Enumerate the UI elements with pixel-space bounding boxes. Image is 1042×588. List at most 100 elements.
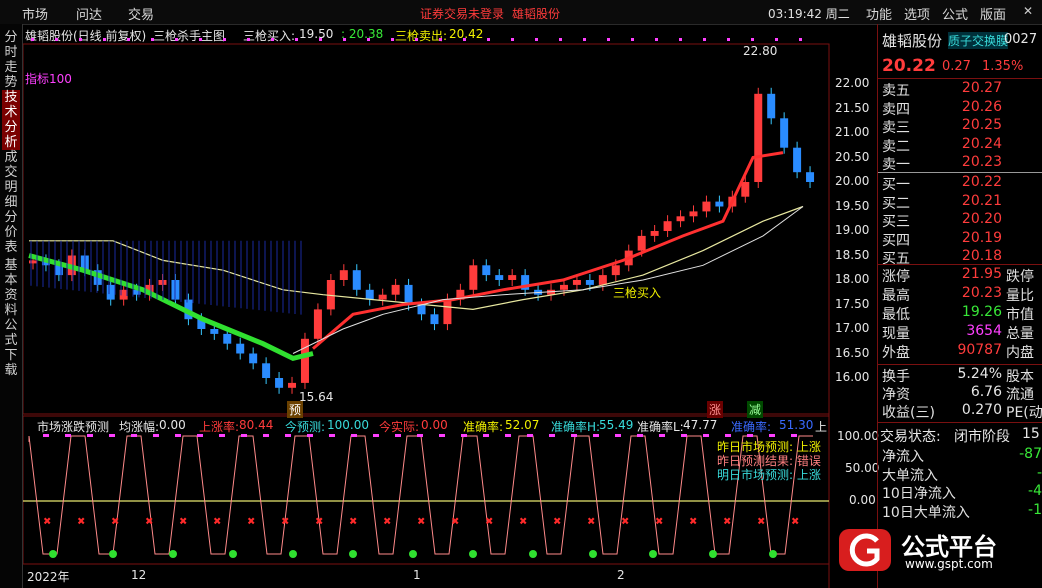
- price-axis-tick: 19.00: [835, 223, 870, 237]
- candle-body: [741, 182, 750, 197]
- stat-row-label: 最高: [882, 288, 910, 304]
- candle-body: [313, 309, 322, 339]
- tab-formula-download[interactable]: 公式下载: [2, 318, 20, 378]
- ask-row: 卖四 20.26: [882, 99, 1042, 118]
- close-icon[interactable]: ✕: [1020, 3, 1036, 19]
- menu-wenda[interactable]: 问达: [76, 4, 102, 23]
- candle-body: [352, 270, 361, 290]
- signal-dot: [367, 38, 370, 41]
- sub-axis-100: 100.00: [837, 429, 879, 443]
- candle-body: [767, 93, 776, 119]
- sub-top-dot: [263, 434, 269, 437]
- sub-top-dot: [329, 434, 335, 437]
- x-marker: ✖: [553, 517, 561, 528]
- trade-state-value: 闭市阶段: [954, 429, 1010, 445]
- candle-body: [689, 211, 698, 217]
- sub-axis-0: 0.00: [849, 493, 876, 507]
- menu-function[interactable]: 功能: [866, 4, 892, 23]
- x-marker: ✖: [179, 517, 187, 528]
- sub-top-dot: [241, 434, 247, 437]
- green-dot: [289, 550, 297, 558]
- candle-body: [404, 284, 413, 305]
- x-marker: ✖: [111, 517, 119, 528]
- sub-top-dot: [791, 434, 797, 437]
- x-marker: ✖: [213, 517, 221, 528]
- main-chart-svg: ✖ ✖ ✖ ✖ ✖ ✖ ✖ ✖ ✖ ✖ ✖ ✖ ✖ ✖ ✖ ✖ ✖ ✖ ✖ ✖ ✖ ✖ ✖: [23, 38, 830, 588]
- stat2-row-right: 流通: [1006, 387, 1034, 403]
- stats2-block: 换手 5.24% 股本 净资 6.76 流通 收益(三) 0.270 PE(动: [878, 366, 1042, 426]
- signal-dot: [319, 38, 322, 41]
- stat-row-value: 90787: [957, 342, 1002, 358]
- candle-body: [482, 265, 491, 276]
- price-change-pct: 1.35%: [982, 59, 1024, 74]
- clock: 03:19:42 周二: [768, 7, 850, 21]
- candle-body: [469, 265, 478, 290]
- x-marker: ✖: [723, 517, 731, 528]
- price-axis-tick: 18.00: [835, 272, 870, 286]
- menu-layout[interactable]: 版面: [980, 4, 1006, 23]
- price-axis-tick: 21.00: [835, 125, 870, 139]
- bid-row-value: 20.20: [961, 211, 1002, 227]
- bid-row-value: 20.19: [961, 229, 1002, 246]
- x-axis-2: 2: [617, 568, 625, 582]
- banner-stock: 雄韬股份: [512, 7, 561, 21]
- stat-row-value: 21.95: [961, 266, 1002, 282]
- x-marker: ✖: [689, 517, 697, 528]
- ask-row-label: 卖二: [882, 138, 910, 155]
- ask-row-value: 20.25: [961, 117, 1002, 133]
- zhang-tag: 涨: [707, 401, 724, 418]
- sub-chart-title[interactable]: 市场涨跌预测: [37, 418, 109, 435]
- up-tail: 上: [815, 420, 828, 434]
- candle-body: [715, 201, 724, 207]
- menu-formula[interactable]: 公式: [942, 4, 968, 23]
- signal-dot: [343, 38, 346, 41]
- stat-row-right: 市值: [1006, 307, 1034, 323]
- signal-dot: [511, 38, 514, 41]
- signal-dot: [103, 38, 106, 41]
- bid-row: 买三 20.20: [882, 211, 1042, 230]
- tab-price-table[interactable]: 分价表: [2, 210, 20, 255]
- menu-trade[interactable]: 交易: [128, 4, 154, 23]
- login-status[interactable]: 证券交易未登录: [420, 5, 504, 22]
- stat-row-right: 量比: [1006, 288, 1034, 304]
- ask-row-value: 20.27: [961, 80, 1002, 96]
- menu-options[interactable]: 选项: [904, 4, 930, 23]
- concept-tag[interactable]: 质子交换膜: [948, 32, 1009, 49]
- trade-state-label: 交易状态:: [880, 429, 941, 445]
- x-marker: ✖: [43, 517, 51, 528]
- signal-dot: [679, 38, 682, 41]
- stat-row-label: 最低: [882, 307, 910, 323]
- candle-body: [288, 382, 297, 388]
- avg-label: 均涨幅:: [119, 420, 160, 434]
- tab-technical[interactable]: 技术分析: [2, 90, 20, 150]
- candle-body: [585, 280, 594, 285]
- tab-fundamentals[interactable]: 基本资料: [2, 258, 20, 318]
- ask-row: 卖五 20.27: [882, 80, 1042, 99]
- tab-timeshare[interactable]: 分时走势: [2, 30, 20, 90]
- sub-chart-frame: [23, 415, 830, 565]
- stat-row-value: 19.26: [961, 304, 1002, 320]
- logo-url: www.gspt.com: [905, 557, 993, 571]
- x-marker: ✖: [145, 517, 153, 528]
- acc-h-label: 准确率H:: [551, 420, 601, 434]
- menu-market[interactable]: 市场: [22, 4, 48, 23]
- candle-body: [275, 378, 284, 388]
- tab-trades[interactable]: 成交明细: [2, 150, 20, 210]
- flows-block: 净流入 -87 大单流入 - 10日净流入 -4 10日大单流入 -1: [878, 446, 1042, 526]
- signal-dot: [199, 38, 202, 41]
- stat-row-label: 涨停: [882, 269, 910, 285]
- sub-top-dot: [175, 434, 181, 437]
- up-rate-label: 上涨率:: [199, 420, 240, 434]
- acc-h-value: 55.49: [599, 418, 634, 432]
- ask-row-value: 20.24: [961, 135, 1002, 152]
- stat-row: 涨停 21.95 跌停: [882, 266, 1042, 285]
- acc-l-value: 47.77: [683, 418, 718, 432]
- x-marker: ✖: [417, 517, 425, 528]
- signal-dot: [487, 38, 490, 41]
- flow-label: 10日大单流入: [882, 504, 970, 521]
- candle-body: [676, 216, 685, 222]
- green-dot: [349, 550, 357, 558]
- menubar: 市场 问达 交易 证券交易未登录 雄韬股份 03:19:42 周二 功能 选项 …: [0, 0, 1042, 25]
- candle-body: [223, 333, 232, 344]
- flow-row: 10日净流入 -4: [882, 483, 1042, 502]
